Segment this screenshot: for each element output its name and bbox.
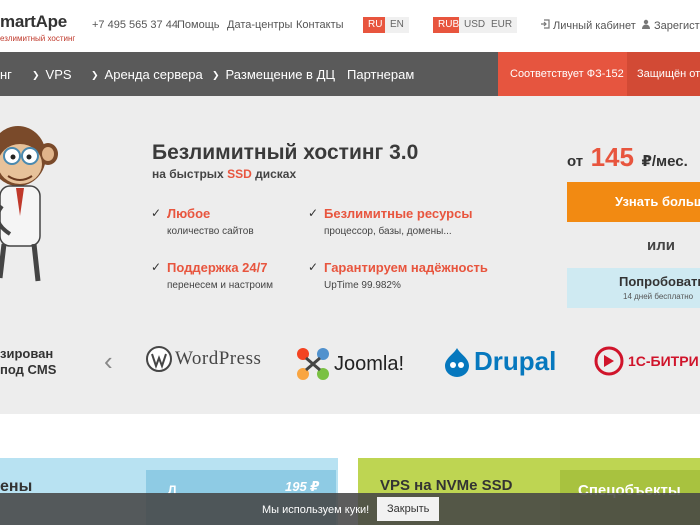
login-icon — [540, 19, 550, 32]
check-icon: ✓ — [151, 260, 162, 274]
account-link[interactable]: Личный кабинет — [540, 19, 636, 32]
nav-item-server-rent[interactable]: ❯ Аренда сервера — [91, 67, 203, 82]
or-text: или — [647, 237, 675, 254]
joomla-logo[interactable]: Joomla! — [294, 346, 404, 382]
price-value: 145 — [590, 142, 634, 172]
logo[interactable]: martApe езлимитный хостинг — [0, 12, 75, 43]
ddos-badge[interactable]: Защищён от D — [627, 52, 700, 96]
subtitle-highlight: SSD — [227, 167, 252, 181]
currency-eur[interactable]: EUR — [486, 17, 518, 33]
joomla-icon — [297, 348, 329, 380]
logo-name: martApe — [0, 12, 67, 31]
check-icon: ✓ — [151, 206, 162, 220]
feature-item: ✓ Безлимитные ресурсы процессор, базы, д… — [308, 206, 473, 237]
feature-title: Безлимитные ресурсы — [324, 206, 473, 221]
logo-tagline: езлимитный хостинг — [0, 34, 76, 43]
wordpress-text: WordPress — [175, 348, 262, 369]
check-icon: ✓ — [308, 206, 319, 220]
drupal-text: Drupal — [474, 346, 557, 376]
feature-desc: UpTime 99.982% — [324, 280, 401, 291]
cookie-text: Мы используем куки! — [262, 504, 370, 516]
bitrix-icon — [594, 346, 624, 376]
fz152-badge[interactable]: Соответствует ФЗ-152 — [498, 52, 627, 96]
monkey-mascot-image — [0, 116, 70, 291]
register-label: Зарегистр — [654, 20, 700, 32]
chevron-down-icon: ❯ — [32, 70, 40, 80]
hero-section: Безлимитный хостинг 3.0 на быстрых SSD д… — [0, 96, 700, 414]
nav-item-label: Партнерам — [347, 67, 415, 82]
vps-card-title: VPS на NVMe SSD — [380, 477, 513, 494]
cms-label: зирован под CMS — [0, 346, 56, 378]
register-link[interactable]: Зарегистр — [641, 19, 700, 32]
main-nav: нг ❯ VPS ❯ Аренда сервера ❯ Размещение в ДЦ… — [0, 52, 700, 96]
bitrix-logo[interactable]: 1С-БИТРИ — [594, 346, 699, 376]
top-bar: martApe езлимитный хостинг +7 495 565 37… — [0, 0, 700, 52]
lang-ru[interactable]: RU — [363, 17, 388, 33]
drupal-logo[interactable]: Drupal — [444, 346, 556, 377]
nav-item-partners[interactable]: Партнерам — [347, 67, 414, 82]
wordpress-icon — [146, 346, 172, 372]
nav-item-hosting[interactable]: нг — [0, 67, 12, 82]
feature-title: Любое — [167, 206, 211, 221]
check-icon: ✓ — [308, 260, 319, 274]
feature-desc: процессор, базы, домены... — [324, 226, 452, 237]
drupal-icon — [445, 347, 469, 377]
subtitle-prefix: на быстрых — [152, 167, 224, 181]
feature-item: ✓ Поддержка 24/7 перенесем и настроим — [151, 260, 274, 291]
user-icon — [641, 19, 651, 32]
try-button-label: Попробовать — [619, 274, 700, 289]
feature-desc: перенесем и настроим — [167, 280, 274, 291]
try-free-button[interactable]: Попробовать 14 дней бесплатно — [567, 268, 700, 308]
price-from: от — [567, 153, 584, 170]
nav-item-label: VPS — [45, 67, 72, 82]
learn-more-button[interactable]: Узнать больш — [567, 182, 700, 222]
bitrix-text: 1С-БИТРИ — [628, 353, 699, 369]
help-link[interactable]: Помощь — [177, 19, 220, 31]
chevron-down-icon: ❯ — [91, 70, 99, 80]
chevron-down-icon: ❯ — [212, 70, 220, 80]
carousel-prev-icon[interactable]: ‹ — [104, 346, 113, 377]
nav-item-label: Аренда сервера — [104, 67, 203, 82]
joomla-text: Joomla! — [334, 352, 405, 375]
contacts-link[interactable]: Контакты — [296, 19, 344, 31]
datacenters-link[interactable]: Дата-центры — [227, 19, 292, 31]
nav-item-label: Размещение в ДЦ — [225, 67, 335, 82]
account-label: Личный кабинет — [553, 20, 636, 32]
hero-subtitle: на быстрых SSD дисках — [152, 167, 296, 181]
cms-label-line: зирован — [0, 346, 54, 361]
price-display: от 145 ₽/мес. — [567, 142, 688, 173]
cms-label-line: под CMS — [0, 362, 57, 377]
feature-item: ✓ Любое количество сайтов — [151, 206, 254, 237]
hero-title: Безлимитный хостинг 3.0 — [152, 141, 419, 164]
try-button-note: 14 дней бесплатно — [623, 292, 694, 301]
cookie-close-button[interactable]: Закрыть — [377, 497, 440, 521]
feature-title: Поддержка 24/7 — [167, 260, 268, 275]
subtitle-suffix: дисках — [255, 167, 297, 181]
feature-item: ✓ Гарантируем надёжность UpTime 99.982% — [308, 260, 488, 291]
wordpress-logo[interactable]: WordPress — [146, 346, 261, 372]
phone-number[interactable]: +7 495 565 37 44 — [92, 19, 178, 31]
nav-item-vps[interactable]: ❯ VPS — [32, 67, 72, 82]
price-unit: ₽/мес. — [641, 153, 688, 170]
cookie-bar: Мы используем куки! Закрыть — [0, 493, 700, 525]
feature-desc: количество сайтов — [167, 226, 254, 237]
nav-item-colocation[interactable]: ❯ Размещение в ДЦ — [212, 67, 335, 82]
feature-title: Гарантируем надёжность — [324, 260, 488, 275]
nav-item-label: нг — [0, 67, 12, 82]
lang-en[interactable]: EN — [385, 17, 409, 33]
